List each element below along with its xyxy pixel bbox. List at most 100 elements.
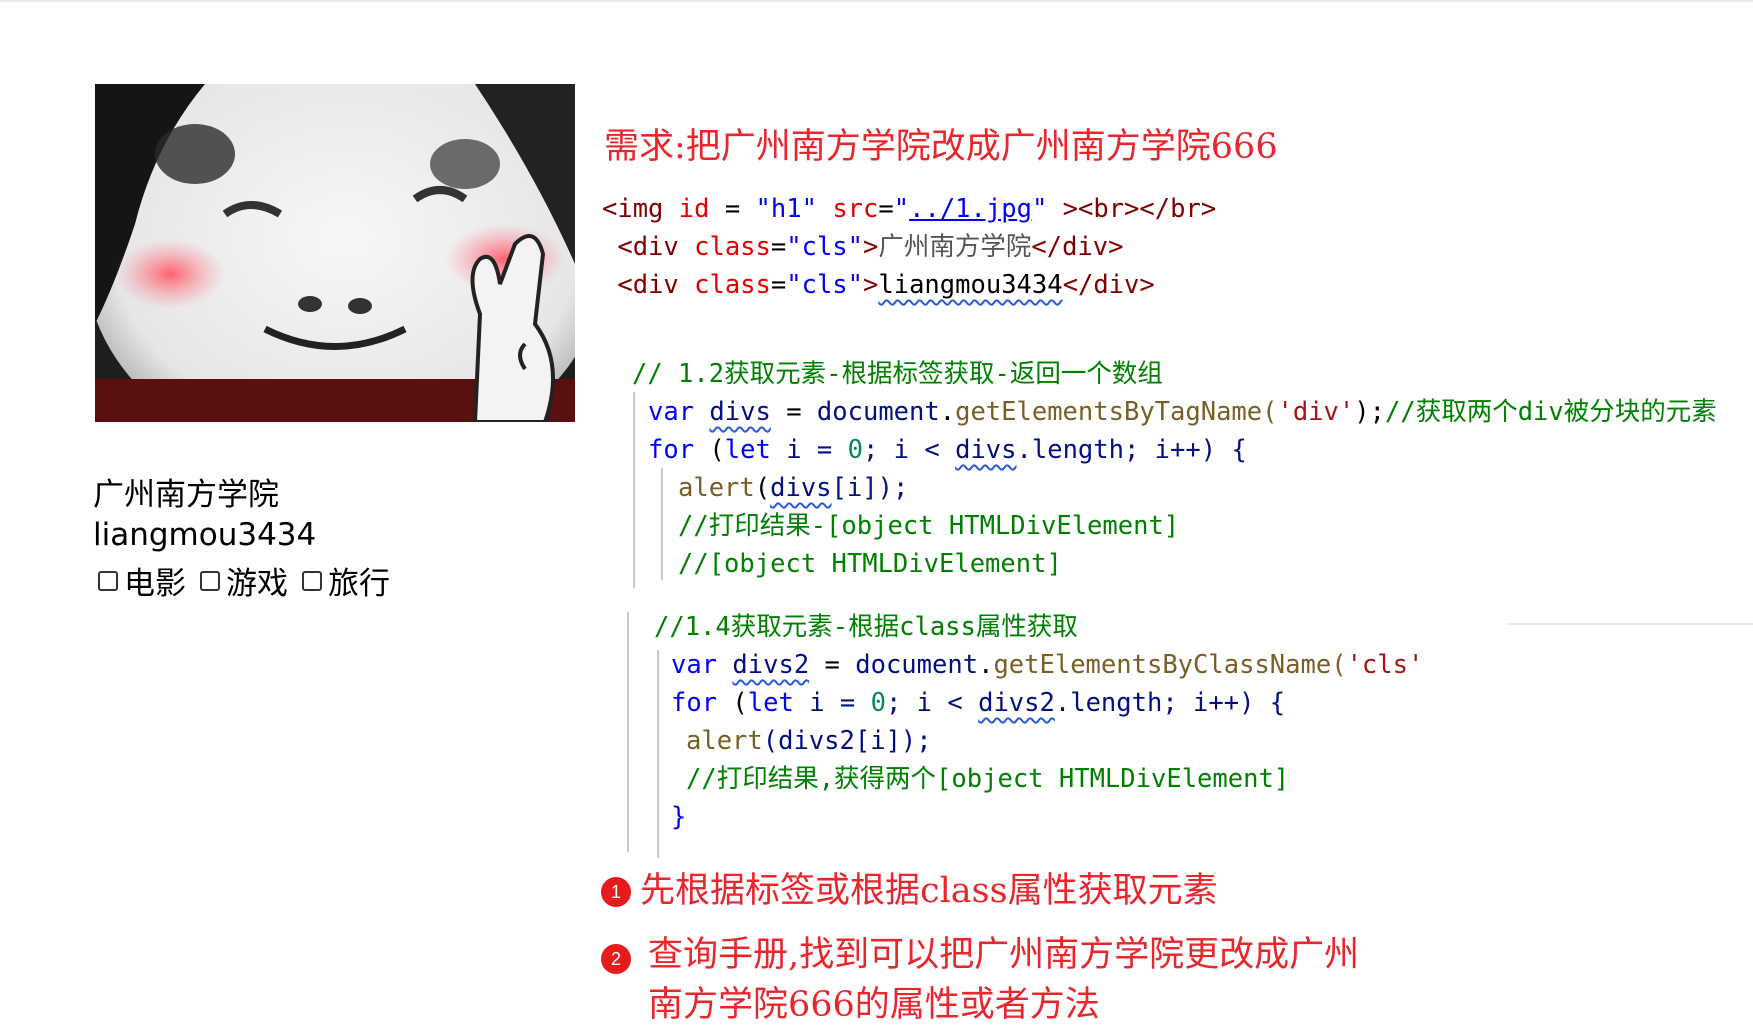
code-token: getElementsByClassName <box>993 650 1332 680</box>
code-token: </div> <box>1031 232 1124 262</box>
code-token: for <box>671 688 718 718</box>
step-2-text-line-1: 查询手册,找到可以把广州南方学院更改成广州 <box>648 935 1360 975</box>
code-token: " <box>893 194 910 224</box>
code-token: > <box>863 270 879 300</box>
code-token: ( <box>694 435 725 465</box>
checkbox-travel[interactable]: 旅行 <box>302 558 390 603</box>
code-token: for <box>648 435 695 465</box>
js2-comment-result: //打印结果,获得两个[object HTMLDivElement] <box>686 764 1290 794</box>
code-token: = <box>709 194 756 224</box>
step-badge-1: 1 <box>601 877 631 907</box>
code-token: = <box>770 232 787 262</box>
code-token: document <box>855 650 979 680</box>
js2-decl-line: var divs2 = document.getElementsByClassN… <box>671 646 1423 684</box>
code-token: src <box>816 194 879 224</box>
code-token: class <box>694 270 771 300</box>
code-token: = <box>770 397 817 427</box>
code-token: alert <box>678 473 755 503</box>
indent-guide <box>661 468 663 580</box>
checkbox-box[interactable] <box>302 570 322 591</box>
code-token: ( <box>1331 650 1347 680</box>
js1-decl-line: var divs = document.getElementsByTagName… <box>648 393 1717 431</box>
code-token: . <box>978 650 994 680</box>
code-token: let <box>724 435 771 465</box>
separator-line <box>1508 623 1753 625</box>
checkbox-group: 电影 游戏 旅行 <box>98 558 404 603</box>
checkbox-box[interactable] <box>200 570 220 591</box>
code-token: " <box>1031 194 1048 224</box>
step-1-text: 先根据标签或根据class属性获取元素 <box>640 871 1218 911</box>
code-token: var <box>671 650 718 680</box>
requirement-title: 需求:把广州南方学院改成广州南方学院666 <box>604 127 1278 167</box>
code-token: class <box>694 232 771 262</box>
html-code-line-1: <img id = "h1" src="../1.jpg" ><br></br> <box>602 190 1216 228</box>
code-token: divs <box>709 397 771 427</box>
code-token: = <box>809 650 856 680</box>
js1-comment-result: //打印结果-[object HTMLDivElement] <box>678 511 1180 541</box>
meme-image <box>95 84 575 422</box>
checkbox-label: 旅行 <box>328 566 390 602</box>
code-token: "cls" <box>786 270 864 300</box>
code-token: > <box>863 232 879 262</box>
rendered-div-1: 广州南方学院 <box>93 477 279 513</box>
checkbox-label: 电影 <box>124 566 186 602</box>
code-token: </div> <box>1062 270 1155 300</box>
js1-alert-line: alert(divs[i]); <box>678 469 908 507</box>
code-token: let <box>747 688 794 718</box>
code-token: liangmou3434 <box>878 270 1063 300</box>
code-token: //获取两个div被分块的元素 <box>1384 397 1717 427</box>
src-link[interactable]: ../1.jpg <box>909 194 1032 224</box>
code-token: divs <box>770 473 832 503</box>
code-token: [i]); <box>831 473 909 503</box>
code-token: 0 <box>870 688 886 718</box>
html-code-line-2: <div class="cls">广州南方学院</div> <box>602 228 1124 266</box>
rendered-div-2: liangmou3434 <box>93 517 317 553</box>
js2-alert-line: alert(divs2[i]); <box>686 722 932 760</box>
code-token: ); <box>1354 397 1385 427</box>
code-token: getElementsByTagName <box>955 397 1263 427</box>
code-token: . <box>939 397 956 427</box>
checkbox-box[interactable] <box>98 570 118 591</box>
code-token: <div <box>602 270 695 300</box>
code-token: alert <box>686 726 763 756</box>
code-token: var <box>648 397 695 427</box>
code-token: document <box>816 397 940 427</box>
code-token: ( <box>717 688 748 718</box>
code-token: 'div' <box>1277 397 1355 427</box>
code-token: 广州南方学院 <box>878 232 1032 262</box>
js2-close-brace: } <box>671 802 687 832</box>
code-token: 'cls' <box>1346 650 1424 680</box>
code-token: = <box>878 194 894 224</box>
html-code-line-3: <div class="cls">liangmou3434</div> <box>602 266 1155 304</box>
indent-guide <box>657 650 659 858</box>
js1-for-line: for (let i = 0; i < divs.length; i++) { <box>648 431 1247 469</box>
js2-for-line: for (let i = 0; i < divs2.length; i++) { <box>671 684 1285 722</box>
code-token: ( <box>1262 397 1278 427</box>
code-token: "cls" <box>786 232 864 262</box>
code-token: ( <box>754 473 771 503</box>
indent-guide <box>627 612 629 852</box>
step-badge-2: 2 <box>601 944 631 974</box>
code-token: ; i < <box>885 688 979 718</box>
code-token: (divs2[i]); <box>762 726 932 756</box>
code-token: <div <box>602 232 695 262</box>
code-token: = <box>770 270 787 300</box>
indent-guide <box>633 392 635 588</box>
js2-comment: //1.4获取元素-根据class属性获取 <box>654 612 1078 642</box>
code-token: divs2 <box>732 650 810 680</box>
code-token: divs <box>955 435 1017 465</box>
checkbox-game[interactable]: 游戏 <box>200 558 288 603</box>
code-token: ><br></br> <box>1047 194 1217 224</box>
js1-comment-result-2: //[object HTMLDivElement] <box>678 549 1062 579</box>
step-2-text-line-2: 南方学院666的属性或者方法 <box>648 985 1100 1025</box>
code-token: .length; i++) { <box>1054 688 1286 718</box>
code-token: ; i < <box>862 435 956 465</box>
code-token: divs2 <box>978 688 1055 718</box>
code-token: 0 <box>847 435 863 465</box>
checkbox-movie[interactable]: 电影 <box>98 558 186 603</box>
top-border <box>0 0 1753 2</box>
code-token: "h1" <box>755 194 817 224</box>
code-token: i = <box>793 688 871 718</box>
code-token: id <box>678 194 710 224</box>
code-token: .length; i++) { <box>1016 435 1247 465</box>
